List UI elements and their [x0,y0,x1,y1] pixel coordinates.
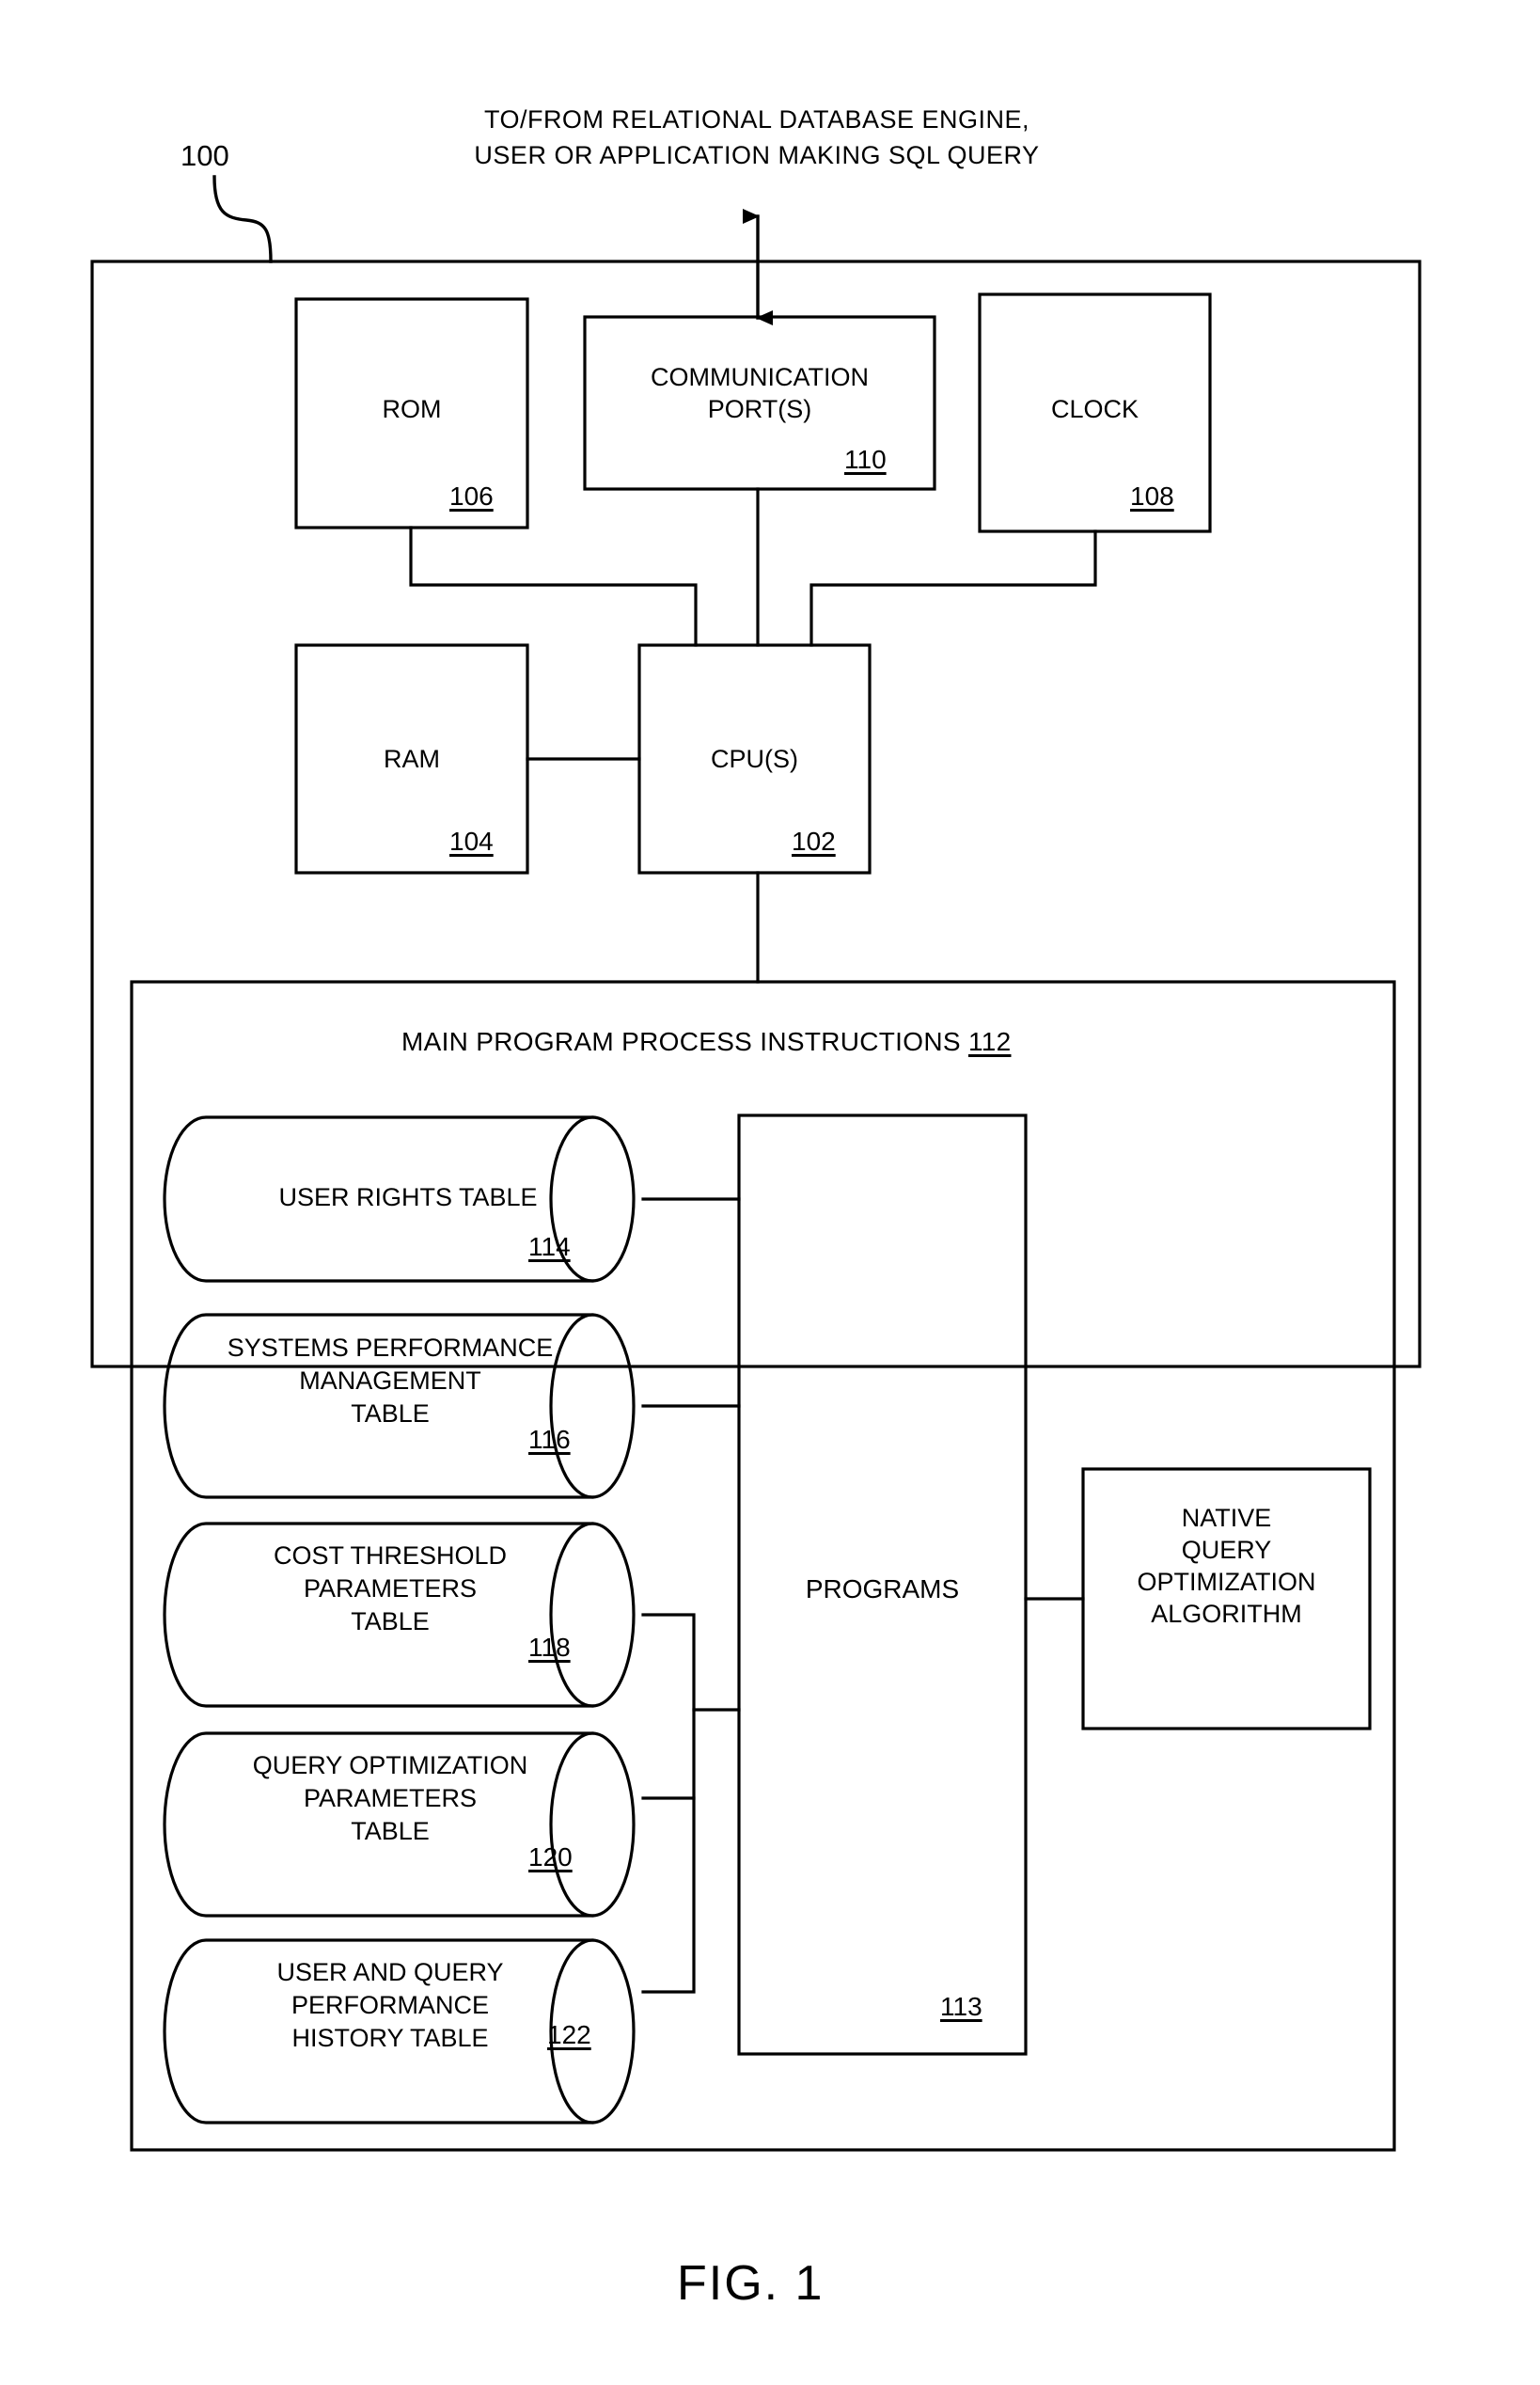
external-connection-caption-line2: USER OR APPLICATION MAKING SQL QUERY [474,141,1040,169]
ram-reference-numeral: 104 [449,827,494,856]
main-program-title-text: MAIN PROGRAM PROCESS INSTRUCTIONS [401,1027,961,1056]
table-120-connector [641,1708,696,1800]
cpu-reference-numeral: 102 [792,827,836,856]
user-rights-table-label: USER RIGHTS TABLE [278,1183,538,1211]
native-query-optimization-label: NATIVE QUERY OPTIMIZATION ALGORITHM [1137,1504,1316,1628]
user-query-history-table-label: USER AND QUERY PERFORMANCE HISTORY TABLE [276,1958,504,2052]
table-122-connector [641,1796,696,1994]
communication-port-reference-numeral: 110 [844,445,887,474]
user-query-history-table-reference-numeral: 122 [547,2020,591,2049]
system-leader-line [212,175,273,263]
communication-port-label: COMMUNICATION PORT(S) [651,363,869,423]
rom-label: ROM [382,395,442,423]
clock-to-cpu-connector [809,529,1097,647]
programs-label: PROGRAMS [805,1574,960,1603]
clock-label: CLOCK [1050,395,1139,423]
system-reference-numeral: 100 [181,139,229,172]
patent-figure-canvas: TO/FROM RELATIONAL DATABASE ENGINE, USER… [0,0,1540,2385]
systems-performance-table-reference-numeral: 116 [528,1425,571,1454]
table-118-connector [641,1613,741,1712]
rom-reference-numeral: 106 [449,482,494,511]
systems-performance-table-label: SYSTEMS PERFORMANCE MANAGEMENT TABLE [227,1334,554,1428]
external-connection-caption: TO/FROM RELATIONAL DATABASE ENGINE, USER… [414,102,1100,173]
clock-reference-numeral: 108 [1130,482,1174,511]
programs-reference-numeral: 113 [940,1992,982,2021]
figure-caption: FIG. 1 [677,2256,825,2311]
cpu-label: CPU(S) [711,745,798,773]
main-program-title: MAIN PROGRAM PROCESS INSTRUCTIONS 112 [401,1027,1011,1057]
user-rights-table-reference-numeral: 114 [528,1232,571,1261]
external-connection-caption-line1: TO/FROM RELATIONAL DATABASE ENGINE, [483,105,1030,134]
main-program-reference-numeral: 112 [967,1027,1012,1056]
cost-threshold-table-reference-numeral: 118 [528,1633,571,1662]
query-optimization-table-label: QUERY OPTIMIZATION PARAMETERS TABLE [252,1751,528,1845]
rom-to-cpu-connector [409,526,698,647]
ram-label: RAM [384,745,440,773]
cost-threshold-table-label: COST THRESHOLD PARAMETERS TABLE [273,1541,508,1635]
query-optimization-table-reference-numeral: 120 [528,1842,573,1872]
